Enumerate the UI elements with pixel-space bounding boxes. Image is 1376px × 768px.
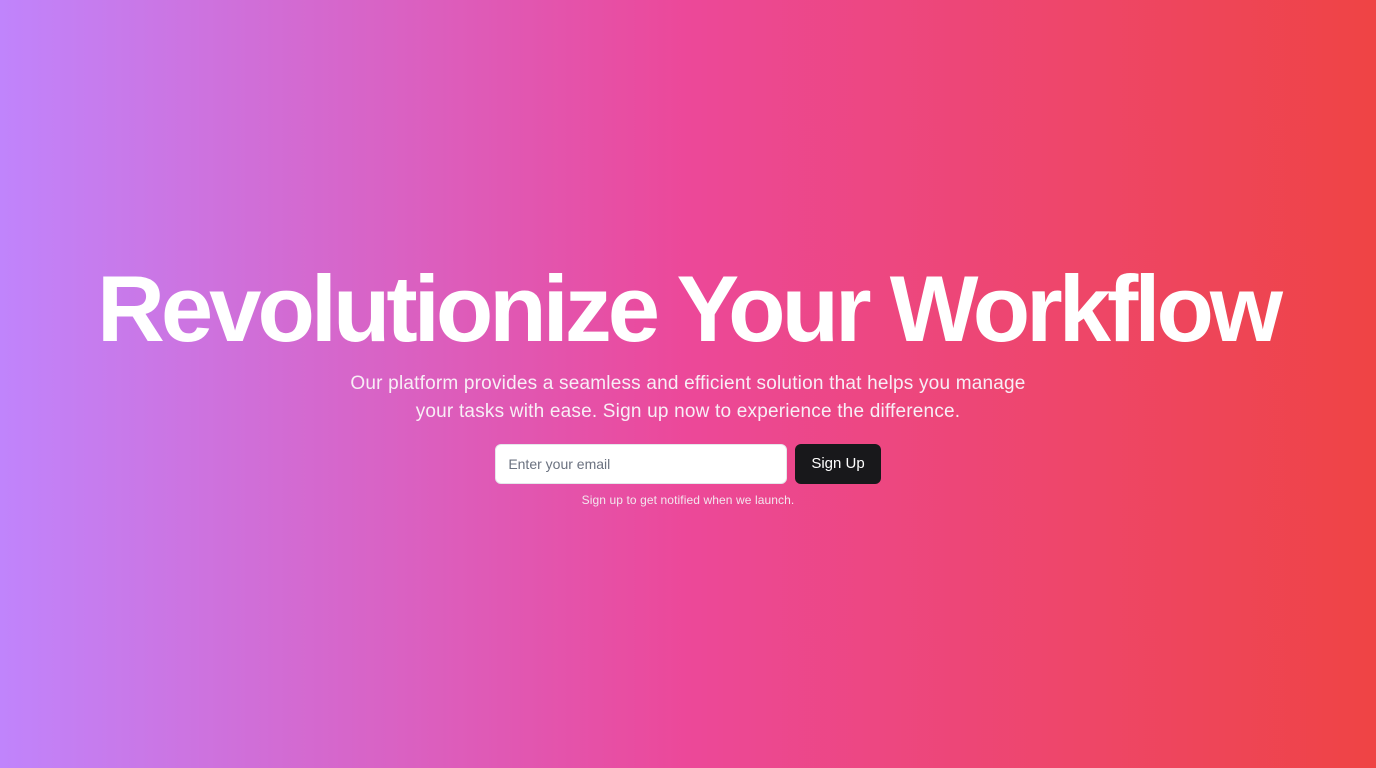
- hero-section: Revolutionize Your Workflow Our platform…: [0, 0, 1376, 768]
- signup-form: Sign Up: [495, 443, 881, 484]
- hero-subtitle: Our platform provides a seamless and eff…: [350, 372, 1026, 422]
- email-input[interactable]: [495, 443, 788, 484]
- hero-title: Revolutionize Your Workflow: [97, 255, 1283, 361]
- sign-up-button[interactable]: Sign Up: [795, 443, 881, 484]
- signup-note: Sign up to get notified when we launch.: [581, 492, 795, 507]
